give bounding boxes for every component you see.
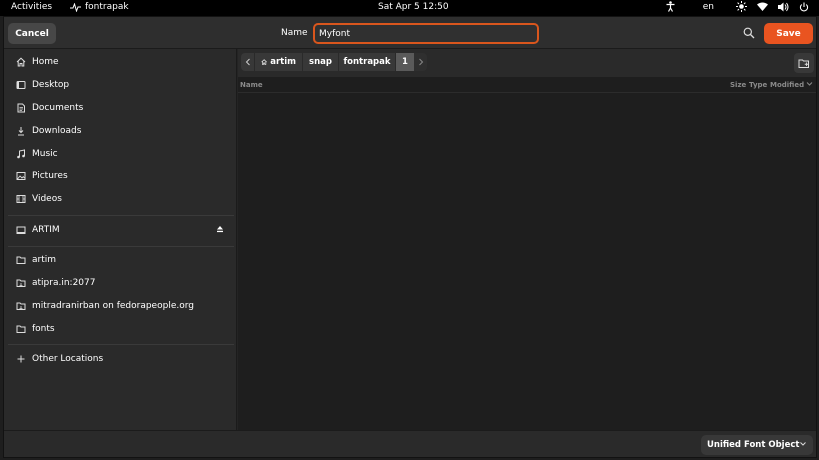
- sidebar-item-label: Downloads: [32, 126, 82, 136]
- crumb-label: snap: [309, 57, 332, 67]
- sidebar-item-label: Music: [32, 149, 58, 159]
- file-name-input[interactable]: Myfont: [313, 23, 539, 44]
- wifi-icon[interactable]: [757, 2, 768, 11]
- sidebar-item-label: atipra.in:2077: [32, 278, 96, 288]
- brightness-icon[interactable]: [736, 1, 747, 12]
- home-icon: [16, 57, 26, 67]
- crumb-label: fontrapak: [343, 57, 391, 67]
- column-size[interactable]: Size: [730, 81, 746, 89]
- network-folder-icon: [16, 279, 26, 287]
- chevron-right-icon: [418, 58, 423, 66]
- language-indicator[interactable]: en: [703, 2, 714, 12]
- folder-icon: [16, 325, 26, 333]
- file-browser: artim snap fontrapak 1 Name Size Type Mo…: [238, 49, 816, 430]
- music-icon: [17, 149, 25, 159]
- app-name: fontrapak: [85, 2, 129, 12]
- drive-icon: [16, 226, 26, 234]
- cancel-button[interactable]: Cancel: [8, 23, 56, 44]
- path-bar: artim snap fontrapak 1: [238, 49, 816, 77]
- app-menu[interactable]: fontrapak: [70, 2, 129, 12]
- column-modified[interactable]: Modified: [770, 81, 804, 89]
- app-activity-icon: [70, 2, 81, 12]
- sidebar-item-desktop[interactable]: Desktop: [8, 75, 234, 95]
- videos-icon: [16, 195, 26, 203]
- top-bar: Activities fontrapak Sat Apr 5 12:50 en: [0, 0, 819, 16]
- volume-icon[interactable]: [778, 2, 789, 12]
- sidebar-item-label: Videos: [32, 194, 62, 204]
- search-icon[interactable]: [742, 26, 756, 40]
- new-folder-icon: [798, 59, 809, 68]
- column-name[interactable]: Name: [240, 81, 263, 89]
- network-folder-icon: [16, 302, 26, 310]
- sidebar-item-label: Desktop: [32, 80, 70, 90]
- chevron-left-icon: [245, 58, 250, 66]
- save-button[interactable]: Save: [764, 23, 813, 44]
- chevron-down-icon: [800, 442, 806, 446]
- sidebar-item-label: artim: [32, 255, 57, 265]
- downloads-icon: [18, 127, 24, 136]
- crumb-label: 1: [402, 57, 408, 67]
- folder-icon: [16, 256, 26, 264]
- home-icon: [261, 59, 267, 65]
- crumb-current[interactable]: 1: [396, 53, 414, 71]
- sidebar-item-downloads[interactable]: Downloads: [8, 121, 234, 141]
- sidebar-item-label: ARTIM: [32, 225, 60, 235]
- sidebar-item-videos[interactable]: Videos: [8, 189, 234, 209]
- file-name-value: Myfont: [319, 28, 350, 39]
- eject-icon[interactable]: [216, 225, 224, 233]
- sidebar-item-label: Home: [32, 57, 59, 67]
- file-chooser-dialog: Cancel Name Myfont Save Home Desktop Doc…: [3, 16, 817, 458]
- sidebar-separator: [8, 246, 234, 247]
- sidebar-item-label: Pictures: [32, 171, 68, 181]
- sidebar-item-documents[interactable]: Documents: [8, 98, 234, 118]
- documents-icon: [17, 103, 25, 113]
- sidebar-item-pictures[interactable]: Pictures: [8, 166, 234, 186]
- sidebar-item-fonts[interactable]: fonts: [8, 319, 234, 339]
- sidebar-separator: [8, 215, 234, 216]
- system-tray[interactable]: en: [666, 1, 809, 12]
- crumb-label: artim: [270, 57, 296, 67]
- sidebar-item-label: Documents: [32, 103, 84, 113]
- clock[interactable]: Sat Apr 5 12:50: [378, 2, 449, 12]
- pictures-icon: [16, 172, 26, 180]
- sidebar-item-home[interactable]: Home: [8, 52, 234, 72]
- path-back-button[interactable]: [241, 53, 254, 71]
- filter-value: Unified Font Object: [707, 440, 800, 450]
- path-forward-button[interactable]: [414, 53, 427, 71]
- activities-button[interactable]: Activities: [11, 2, 52, 12]
- accessibility-icon[interactable]: [666, 1, 675, 12]
- header-bar: Cancel Name Myfont Save: [4, 17, 816, 49]
- column-header: Name Size Type Modified: [238, 77, 816, 93]
- file-type-filter[interactable]: Unified Font Object: [701, 435, 813, 455]
- sidebar-item-label: Other Locations: [32, 354, 104, 364]
- sidebar-item-label: mitradranirban on fedorapeople.org: [32, 301, 194, 311]
- sidebar-item-fedorapeople[interactable]: mitradranirban on fedorapeople.org: [8, 296, 234, 316]
- footer-bar: Unified Font Object: [4, 430, 816, 457]
- crumb-fontrapak[interactable]: fontrapak: [339, 53, 395, 71]
- sidebar-item-label: fonts: [32, 324, 55, 334]
- places-sidebar: Home Desktop Documents Downloads Music P…: [4, 49, 237, 430]
- name-label: Name: [281, 28, 308, 38]
- crumb-snap[interactable]: snap: [303, 53, 338, 71]
- column-type[interactable]: Type: [749, 81, 767, 89]
- crumb-artim[interactable]: artim: [255, 53, 302, 71]
- new-folder-button[interactable]: [794, 53, 814, 73]
- power-icon[interactable]: [799, 2, 809, 12]
- sidebar-item-atipra[interactable]: atipra.in:2077: [8, 273, 234, 293]
- sidebar-item-music[interactable]: Music: [8, 144, 234, 164]
- sidebar-item-other-locations[interactable]: Other Locations: [8, 349, 234, 369]
- sidebar-item-artim[interactable]: artim: [8, 250, 234, 270]
- sidebar-item-artim-drive[interactable]: ARTIM: [8, 220, 234, 240]
- sidebar-separator: [8, 344, 234, 345]
- plus-icon: [17, 355, 25, 363]
- desktop-icon: [16, 81, 26, 89]
- chevron-down-icon[interactable]: [806, 81, 813, 87]
